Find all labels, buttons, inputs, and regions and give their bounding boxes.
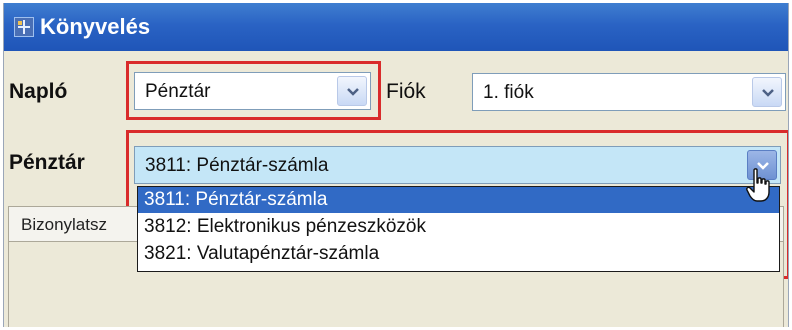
hand-cursor-icon — [746, 168, 772, 209]
naplo-combobox[interactable]: Pénztár — [134, 72, 371, 110]
fiok-dropdown-button[interactable] — [752, 77, 782, 107]
penztar-label: Pénztár — [9, 151, 85, 174]
konyveles-window: Könyvelés Napló Pénztár Fiók 1. fiók Pén… — [3, 3, 789, 327]
naplo-label: Napló — [9, 80, 68, 103]
title-bar[interactable]: Könyvelés — [4, 3, 788, 51]
naplo-dropdown-button[interactable] — [337, 76, 367, 106]
dropdown-option[interactable]: 3811: Pénztár-számla — [138, 187, 779, 213]
grid-column-header[interactable]: Bizonylatsz — [21, 214, 107, 236]
penztar-dropdown-list: 3811: Pénztár-számla 3812: Elektronikus … — [137, 186, 780, 272]
chevron-down-icon — [347, 88, 359, 96]
naplo-value: Pénztár — [145, 81, 211, 102]
fiok-combobox[interactable]: 1. fiók — [472, 73, 786, 111]
penztar-value: 3811: Pénztár-számla — [145, 155, 329, 176]
fiok-label: Fiók — [386, 80, 426, 103]
window-title: Könyvelés — [40, 14, 151, 39]
chevron-down-icon — [762, 89, 774, 97]
fiok-value: 1. fiók — [483, 82, 534, 103]
dropdown-option[interactable]: 3812: Elektronikus pénzeszközök — [138, 214, 779, 240]
dropdown-option[interactable]: 3821: Valutapénztár-számla — [138, 241, 779, 267]
penztar-combobox[interactable]: 3811: Pénztár-számla — [134, 146, 781, 184]
app-icon — [14, 17, 34, 37]
